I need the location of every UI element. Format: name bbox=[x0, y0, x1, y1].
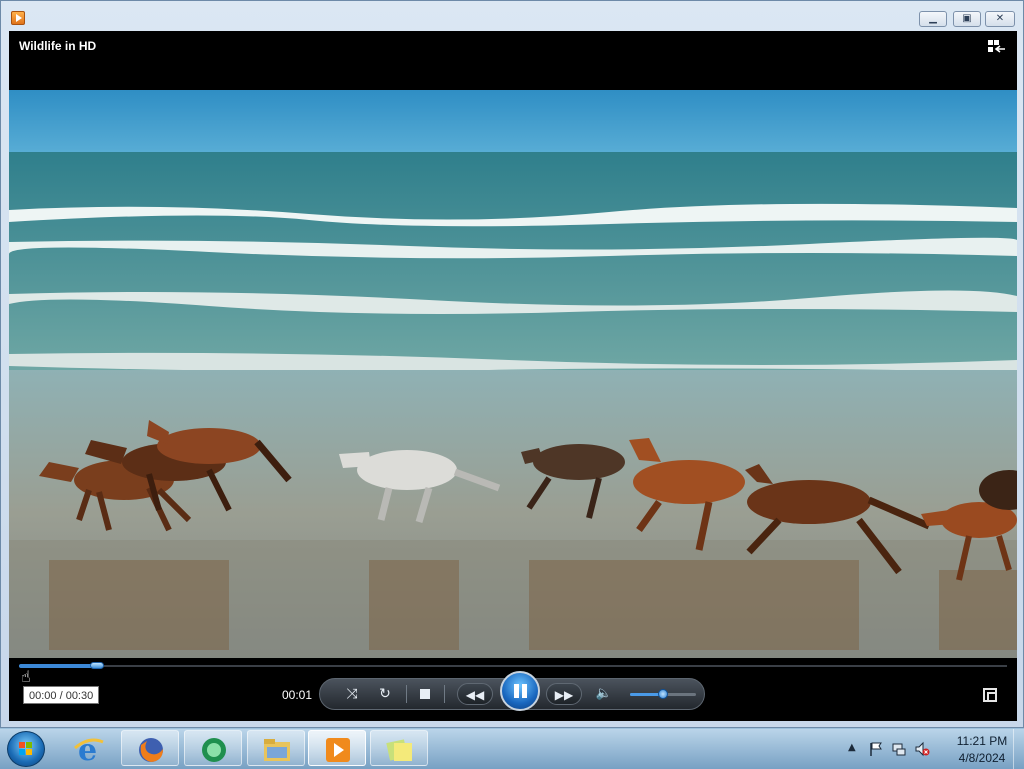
pause-icon bbox=[514, 684, 519, 698]
title-bar[interactable]: ▁ ▣ ✕ bbox=[1, 1, 1023, 31]
fast-forward-icon: ▶▶ bbox=[554, 688, 574, 702]
media-title: Wildlife in HD bbox=[19, 39, 97, 53]
seek-thumb[interactable] bbox=[90, 662, 104, 669]
divider bbox=[406, 685, 407, 703]
windows-logo-icon bbox=[19, 742, 32, 755]
clock-date[interactable]: 4/8/2024 bbox=[956, 751, 1008, 765]
seek-bar-played bbox=[19, 664, 98, 668]
current-time: 00:01 bbox=[282, 688, 313, 702]
notification-area: ▲ 11:21 PM 4/8/2024 bbox=[834, 729, 1024, 769]
maximize-icon: ▣ bbox=[962, 13, 972, 24]
shuffle-button[interactable]: ⤨ bbox=[342, 679, 362, 709]
pause-icon-bar bbox=[522, 684, 527, 698]
close-icon: ✕ bbox=[995, 13, 1005, 24]
close-button[interactable]: ✕ bbox=[985, 11, 1015, 27]
taskbar-internet-explorer[interactable]: e bbox=[60, 730, 118, 766]
action-center-flag-icon[interactable] bbox=[868, 741, 884, 757]
pause-button[interactable] bbox=[500, 671, 540, 711]
video-image bbox=[9, 90, 1017, 658]
show-desktop-button[interactable] bbox=[1013, 729, 1024, 769]
video-frame[interactable] bbox=[9, 90, 1017, 658]
repeat-icon: ↻ bbox=[379, 686, 391, 702]
playback-controls: ⤨ ↻ ◀◀ ▶▶ 🔈 bbox=[319, 671, 705, 711]
mute-button[interactable]: 🔈 bbox=[594, 679, 614, 709]
media-player-window: ▁ ▣ ✕ Wildlife in HD ☝ 00:00 / 00:30 00:… bbox=[0, 0, 1024, 728]
volume-thumb[interactable] bbox=[658, 689, 668, 699]
start-button[interactable] bbox=[7, 731, 45, 767]
clock-time[interactable]: 11:21 PM bbox=[956, 734, 1008, 748]
taskbar-windows-explorer[interactable] bbox=[247, 730, 305, 766]
media-player-app-icon[interactable] bbox=[11, 11, 25, 25]
taskbar-windows-media-player[interactable] bbox=[308, 730, 366, 766]
network-icon[interactable] bbox=[891, 741, 907, 757]
repeat-button[interactable]: ↻ bbox=[375, 679, 395, 709]
fullscreen-icon[interactable] bbox=[983, 688, 997, 702]
firefox-icon bbox=[139, 738, 163, 762]
taskbar-firefox[interactable] bbox=[121, 730, 179, 766]
minimize-button[interactable]: ▁ bbox=[919, 11, 947, 27]
divider bbox=[444, 685, 445, 703]
taskbar-sticky-notes[interactable] bbox=[370, 730, 428, 766]
media-player-icon bbox=[326, 738, 350, 762]
stop-icon bbox=[420, 689, 430, 699]
sticky-notes-icon bbox=[386, 739, 412, 761]
taskbar: e ▲ 11:21 PM 4/8/2024 bbox=[0, 728, 1024, 769]
switch-to-library-icon[interactable] bbox=[988, 39, 1006, 55]
hand-cursor-icon: ☝ bbox=[21, 667, 31, 686]
next-button[interactable]: ▶▶ bbox=[546, 683, 582, 705]
shuffle-icon: ⤨ bbox=[346, 686, 358, 702]
show-hidden-icons-icon[interactable]: ▲ bbox=[848, 742, 856, 753]
folder-icon bbox=[264, 739, 290, 761]
volume-muted-icon[interactable] bbox=[914, 741, 930, 757]
previous-button[interactable]: ◀◀ bbox=[457, 683, 493, 705]
rewind-icon: ◀◀ bbox=[465, 688, 485, 702]
seek-time-tooltip: 00:00 / 00:30 bbox=[23, 686, 100, 704]
speaker-icon: 🔈 bbox=[595, 686, 613, 701]
seek-bar[interactable] bbox=[19, 665, 1007, 667]
now-playing-area: Wildlife in HD ☝ 00:00 / 00:30 00:01 ⤨ ↻… bbox=[9, 31, 1017, 721]
maximize-button[interactable]: ▣ bbox=[953, 11, 981, 27]
minimize-icon: ▁ bbox=[929, 13, 937, 24]
media-center-icon bbox=[202, 738, 226, 762]
taskbar-media-center[interactable] bbox=[184, 730, 242, 766]
stop-button[interactable] bbox=[417, 679, 433, 709]
internet-explorer-icon: e bbox=[74, 734, 104, 764]
